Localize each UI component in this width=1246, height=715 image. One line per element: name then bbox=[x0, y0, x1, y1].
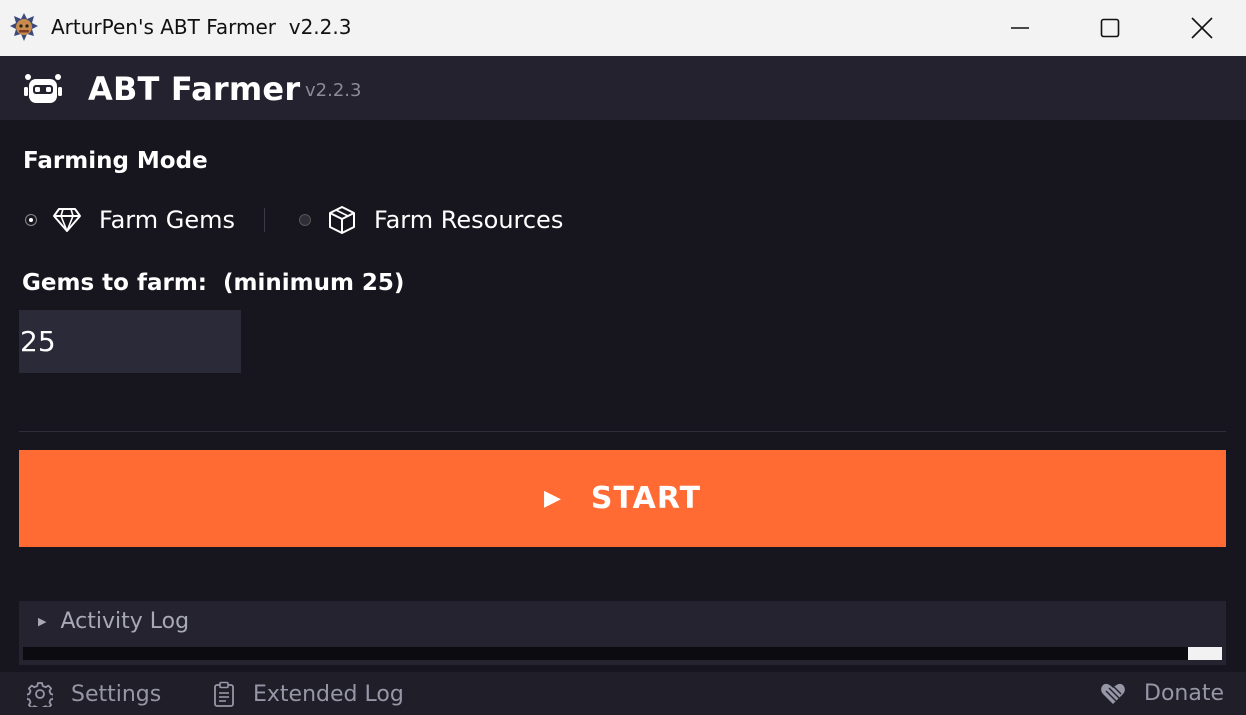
donate-button[interactable]: Donate bbox=[1100, 681, 1224, 706]
gems-to-farm-label: Gems to farm: (minimum 25) bbox=[22, 270, 405, 296]
option-separator bbox=[264, 208, 265, 232]
close-button[interactable] bbox=[1156, 0, 1246, 56]
gem-icon bbox=[53, 208, 81, 232]
robot-icon bbox=[24, 74, 62, 103]
farm-resources-label: Farm Resources bbox=[374, 206, 564, 234]
farm-gems-label: Farm Gems bbox=[99, 206, 236, 234]
log-scrollbar[interactable] bbox=[23, 647, 1222, 660]
farm-resources-option[interactable]: Farm Resources bbox=[299, 200, 563, 240]
window-title: ArturPen's ABT Farmer v2.2.3 bbox=[51, 15, 352, 39]
extended-log-label: Extended Log bbox=[253, 681, 404, 707]
start-button-label: START bbox=[590, 481, 702, 516]
activity-log-label: Activity Log bbox=[60, 609, 190, 634]
window-titlebar: ArturPen's ABT Farmer v2.2.3 bbox=[0, 0, 1246, 56]
gems-to-farm-input[interactable] bbox=[19, 310, 241, 373]
maximize-button[interactable] bbox=[1064, 0, 1156, 56]
farm-gems-option[interactable]: Farm Gems bbox=[25, 200, 235, 240]
farming-mode-title: Farming Mode bbox=[23, 148, 208, 174]
farm-gems-radio[interactable] bbox=[25, 214, 37, 226]
app-version: v2.2.3 bbox=[305, 80, 362, 101]
app-header: ABT Farmer v2.2.3 bbox=[0, 56, 1246, 120]
extended-log-button[interactable]: Extended Log bbox=[213, 681, 404, 707]
settings-label: Settings bbox=[71, 681, 162, 707]
log-scrollbar-thumb[interactable] bbox=[1188, 647, 1222, 660]
app-name: ABT Farmer bbox=[88, 70, 301, 108]
maximize-icon bbox=[1100, 18, 1120, 38]
minimize-button[interactable] bbox=[974, 0, 1066, 56]
box-icon bbox=[329, 206, 355, 234]
minimize-icon bbox=[1011, 27, 1029, 29]
gear-icon bbox=[27, 682, 53, 707]
section-divider bbox=[19, 431, 1226, 432]
farm-resources-radio[interactable] bbox=[299, 214, 311, 226]
settings-button[interactable]: Settings bbox=[27, 681, 161, 707]
activity-log-panel: ▶ Activity Log bbox=[19, 601, 1226, 665]
start-button[interactable]: ▶ START bbox=[19, 450, 1226, 547]
expand-triangle-icon: ▶ bbox=[38, 615, 47, 628]
activity-log-toggle[interactable]: ▶ Activity Log bbox=[38, 609, 189, 634]
clipboard-icon bbox=[214, 681, 234, 707]
heart-icon bbox=[1101, 683, 1125, 704]
app-logo-icon bbox=[10, 13, 38, 41]
donate-label: Donate bbox=[1144, 681, 1224, 706]
footer-bar: Settings Extended Log Donate bbox=[0, 672, 1246, 715]
play-icon: ▶ bbox=[543, 486, 561, 511]
close-icon bbox=[1191, 17, 1213, 39]
